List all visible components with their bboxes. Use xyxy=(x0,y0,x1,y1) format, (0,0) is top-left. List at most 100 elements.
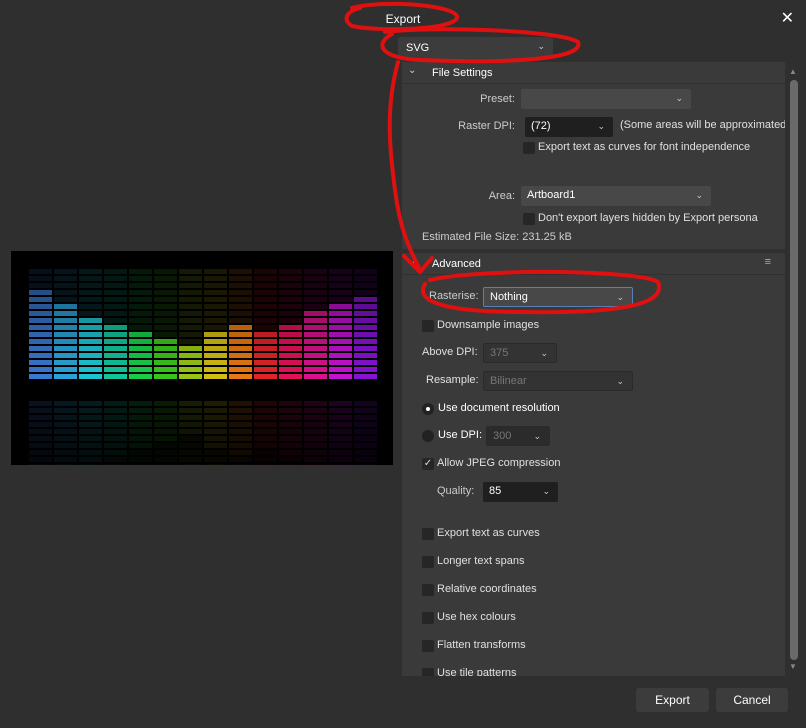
eq-segment xyxy=(104,443,127,448)
file-settings-header[interactable]: ⌄ File Settings xyxy=(402,62,785,84)
option-row: Use tile patterns xyxy=(402,664,785,676)
use-dpi-label: Use DPI: xyxy=(438,429,483,441)
eq-segment xyxy=(154,283,177,288)
raster-dpi-select[interactable]: (72) ⌄ xyxy=(525,117,613,137)
eq-segment xyxy=(204,276,227,281)
eq-segment xyxy=(329,367,352,372)
eq-segment xyxy=(54,283,77,288)
eq-segment xyxy=(29,436,52,441)
eq-segment xyxy=(229,346,252,351)
option-checkbox[interactable] xyxy=(422,668,434,676)
downsample-checkbox[interactable] xyxy=(422,320,434,332)
eq-segment xyxy=(104,401,127,406)
option-checkbox[interactable] xyxy=(422,584,434,596)
eq-segment xyxy=(154,318,177,323)
eq-segment xyxy=(29,429,52,434)
eq-segment xyxy=(204,457,227,462)
eq-segment xyxy=(204,415,227,420)
eq-segment xyxy=(204,443,227,448)
above-dpi-select[interactable]: 375 ⌄ xyxy=(483,343,557,363)
use-dpi-input[interactable]: 300 ⌄ xyxy=(486,426,550,446)
use-document-resolution-radio[interactable] xyxy=(422,403,434,415)
close-icon[interactable]: ✕ xyxy=(781,8,794,28)
text-curves-checkbox[interactable] xyxy=(523,142,535,154)
eq-segment xyxy=(279,353,302,358)
option-checkbox[interactable] xyxy=(422,612,434,624)
eq-segment xyxy=(254,436,277,441)
menu-icon[interactable]: ≡ xyxy=(765,256,771,268)
eq-segment xyxy=(254,304,277,309)
advanced-header[interactable]: ⌄ Advanced ≡ xyxy=(402,249,785,275)
rasterise-select[interactable]: Nothing ⌄ xyxy=(483,287,633,307)
eq-segment xyxy=(129,464,152,465)
eq-segment xyxy=(154,346,177,351)
jpeg-checkbox[interactable]: ✓ xyxy=(422,458,434,470)
eq-segment xyxy=(354,401,377,406)
cancel-button[interactable]: Cancel xyxy=(716,688,788,712)
export-button[interactable]: Export xyxy=(636,688,709,712)
eq-segment xyxy=(254,415,277,420)
eq-segment xyxy=(79,367,102,372)
option-checkbox[interactable] xyxy=(422,556,434,568)
eq-segment xyxy=(54,318,77,323)
scroll-down-icon[interactable]: ▼ xyxy=(789,662,797,671)
eq-segment xyxy=(304,318,327,323)
option-checkbox[interactable] xyxy=(422,640,434,652)
eq-segment xyxy=(254,464,277,465)
eq-segment xyxy=(154,332,177,337)
eq-segment xyxy=(54,353,77,358)
eq-segment xyxy=(54,325,77,330)
option-checkbox[interactable] xyxy=(422,528,434,540)
above-dpi-value: 375 xyxy=(490,347,509,359)
eq-segment xyxy=(304,339,327,344)
eq-segment xyxy=(79,346,102,351)
eq-segment xyxy=(179,346,202,351)
eq-segment xyxy=(79,304,102,309)
eq-segment xyxy=(229,415,252,420)
hidden-layers-label: Don't export layers hidden by Export per… xyxy=(538,212,758,224)
eq-segment xyxy=(329,304,352,309)
eq-segment xyxy=(154,325,177,330)
quality-select[interactable]: 85 ⌄ xyxy=(483,482,558,502)
format-select[interactable]: SVG ⌄ xyxy=(398,37,553,59)
area-select[interactable]: Artboard1 ⌄ xyxy=(521,186,711,206)
eq-segment xyxy=(279,450,302,455)
eq-segment xyxy=(179,276,202,281)
settings-panel: ⌄ File Settings Preset: ⌄ Raster DPI: (72) ⌄… xyxy=(402,62,785,676)
hidden-layers-checkbox[interactable] xyxy=(523,213,535,225)
eq-segment xyxy=(204,429,227,434)
quality-label: Quality: xyxy=(437,485,475,497)
eq-segment xyxy=(29,353,52,358)
chevron-down-icon: ⌄ xyxy=(533,431,541,441)
eq-segment xyxy=(279,304,302,309)
eq-segment xyxy=(104,339,127,344)
resample-select[interactable]: Bilinear ⌄ xyxy=(483,371,633,391)
eq-segment xyxy=(329,346,352,351)
preset-select[interactable]: ⌄ xyxy=(521,89,691,109)
use-dpi-radio[interactable] xyxy=(422,430,434,442)
eq-segment xyxy=(154,464,177,465)
eq-segment xyxy=(229,422,252,427)
option-label: Flatten transforms xyxy=(437,639,526,651)
eq-segment xyxy=(354,290,377,295)
eq-segment xyxy=(129,374,152,379)
eq-segment xyxy=(179,318,202,323)
eq-segment xyxy=(179,457,202,462)
eq-segment xyxy=(129,401,152,406)
eq-segment xyxy=(279,297,302,302)
eq-segment xyxy=(304,353,327,358)
eq-segment xyxy=(54,360,77,365)
eq-segment xyxy=(54,269,77,274)
eq-segment xyxy=(329,297,352,302)
eq-segment xyxy=(54,450,77,455)
eq-segment xyxy=(79,325,102,330)
eq-segment xyxy=(229,269,252,274)
scrollbar-thumb[interactable] xyxy=(790,80,798,660)
eq-segment xyxy=(179,311,202,316)
eq-segment xyxy=(254,318,277,323)
scroll-up-icon[interactable]: ▲ xyxy=(789,67,797,76)
eq-segment xyxy=(154,304,177,309)
eq-segment xyxy=(54,443,77,448)
eq-segment xyxy=(79,276,102,281)
eq-segment xyxy=(154,297,177,302)
